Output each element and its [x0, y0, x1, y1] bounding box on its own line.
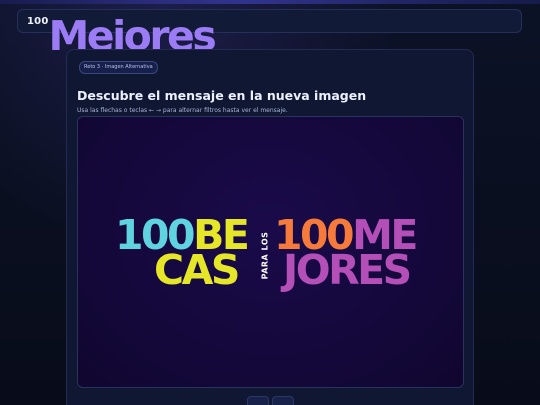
instructions-text: Usa las flechas o teclas ← → para altern…	[77, 107, 288, 114]
image-text-jores: JORES	[283, 246, 412, 294]
logo-number: 100	[27, 15, 49, 27]
site-logo[interactable]: 100 Mejores	[27, 15, 217, 56]
challenge-image[interactable]: 100BE CAS PARA LOS 100ME JORES	[77, 116, 464, 388]
challenge-card: Reto 3 · Imagen Alternativa Descubre el …	[66, 49, 474, 405]
page-title: Descubre el mensaje en la nueva imagen	[77, 88, 367, 104]
image-text-vertical: PARA LOS	[259, 225, 271, 285]
top-accent-bar	[0, 0, 540, 4]
prev-filter-button[interactable]	[247, 396, 269, 405]
image-text-para-los: PARA LOS	[260, 231, 270, 279]
navbar: 100 Mejores	[17, 9, 522, 56]
image-text-cas: CAS	[154, 246, 240, 294]
next-filter-button[interactable]	[272, 396, 294, 405]
challenge-badge: Reto 3 · Imagen Alternativa	[79, 61, 158, 74]
